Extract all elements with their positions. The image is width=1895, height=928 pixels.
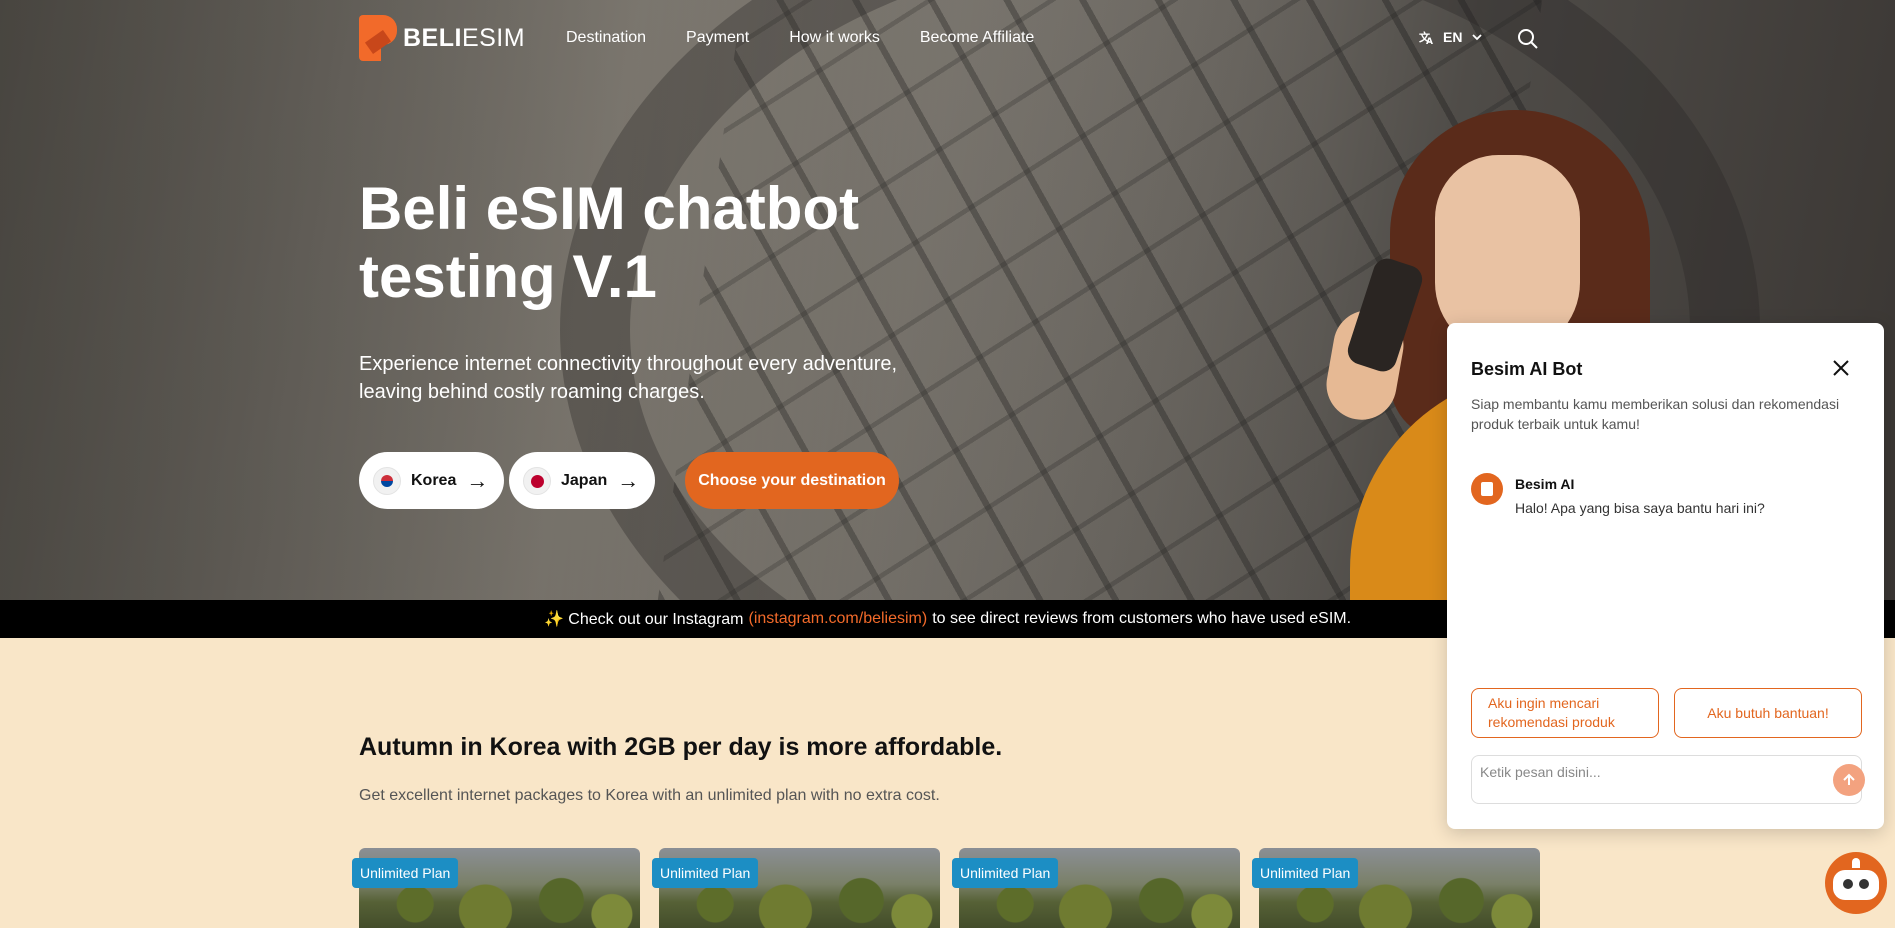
plan-badge: Unlimited Plan	[652, 858, 759, 888]
arrow-right-icon: →	[617, 467, 640, 493]
chat-description: Siap membantu kamu memberikan solusi dan…	[1471, 396, 1840, 432]
language-selector[interactable]: 文A EN	[1419, 29, 1484, 45]
nav-link-payment[interactable]: Payment	[686, 29, 749, 47]
send-button[interactable]	[1833, 764, 1865, 796]
hero-title: Beli eSIM chatbot testing V.1	[359, 175, 860, 310]
nav-link-how-it-works[interactable]: How it works	[789, 29, 880, 47]
korea-flag-icon	[373, 466, 401, 495]
close-icon[interactable]	[1830, 357, 1852, 379]
section-subtitle: Get excellent internet packages to Korea…	[359, 787, 940, 804]
top-nav: BELIESIM Destination Payment How it work…	[0, 0, 1895, 78]
logo-text: BELIESIM	[403, 23, 526, 52]
bot-message: Halo! Apa yang bisa saya bantu hari ini?	[1515, 500, 1765, 516]
nav-link-destination[interactable]: Destination	[566, 29, 646, 47]
logo-icon	[359, 15, 397, 61]
chevron-down-icon	[1472, 34, 1483, 41]
translate-icon: 文A	[1419, 30, 1433, 45]
chatbot-launcher-button[interactable]	[1825, 852, 1887, 914]
plan-badge: Unlimited Plan	[352, 858, 459, 888]
logo[interactable]: BELIESIM	[359, 15, 525, 61]
bot-avatar	[1471, 473, 1503, 505]
bot-name: Besim AI	[1515, 476, 1575, 492]
plan-badge: Unlimited Plan	[1252, 858, 1359, 888]
plan-badge: Unlimited Plan	[952, 858, 1059, 888]
chatbot-panel: Besim AI Bot Siap membantu kamu memberik…	[1447, 323, 1884, 829]
quick-reply-need-help[interactable]: Aku butuh bantuan!	[1674, 688, 1862, 738]
chat-input-box	[1471, 755, 1865, 804]
instagram-link[interactable]: (instagram.com/beliesim)	[749, 610, 928, 628]
japan-flag-icon	[523, 466, 551, 495]
hero-subtitle: Experience internet connectivity through…	[359, 353, 898, 403]
nav-links: Destination Payment How it works Become …	[566, 29, 1034, 47]
destination-chip-korea[interactable]: Korea →	[359, 452, 505, 509]
robot-icon	[1833, 870, 1879, 900]
section-title: Autumn in Korea with 2GB per day is more…	[359, 733, 1003, 761]
quick-reply-product-recommendation[interactable]: Aku ingin mencari rekomendasi produk	[1471, 688, 1659, 738]
arrow-up-icon	[1843, 773, 1855, 785]
chat-message-input[interactable]	[1480, 762, 1800, 782]
search-icon[interactable]	[1516, 27, 1540, 51]
language-code: EN	[1443, 29, 1463, 45]
chat-title: Besim AI Bot	[1471, 359, 1583, 379]
destination-chip-japan[interactable]: Japan →	[509, 452, 656, 509]
choose-destination-button[interactable]: Choose your destination	[685, 452, 899, 509]
nav-link-become-affiliate[interactable]: Become Affiliate	[920, 29, 1034, 47]
arrow-right-icon: →	[466, 467, 489, 493]
svg-text:A: A	[1426, 37, 1433, 45]
